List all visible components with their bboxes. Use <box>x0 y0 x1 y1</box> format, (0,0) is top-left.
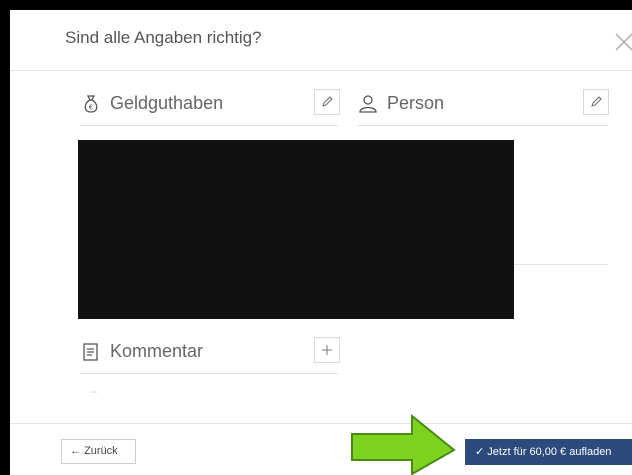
person-icon <box>359 95 377 113</box>
credit-edit-button[interactable] <box>314 89 340 115</box>
comment-section-header: Kommentar <box>80 333 340 374</box>
person-section-title: Person <box>387 93 445 113</box>
person-edit-button[interactable] <box>583 89 609 115</box>
dialog-header: Sind alle Angaben richtig? <box>10 10 632 71</box>
confirmation-dialog: Sind alle Angaben richtig? € Geldguthabe… <box>10 10 632 475</box>
money-bag-icon: € <box>84 95 98 113</box>
close-button[interactable] <box>613 31 632 53</box>
arrow-left-icon: ← <box>70 445 81 457</box>
pencil-icon <box>322 96 333 107</box>
dialog-footer: ← Zurück ✓ Jetzt für 60,00 € aufladen <box>10 423 632 475</box>
checkmark-icon: ✓ <box>475 446 485 458</box>
comment-section-title: Kommentar <box>110 341 204 361</box>
redaction-block <box>78 140 514 319</box>
back-button[interactable]: ← Zurück <box>61 439 136 464</box>
person-section-header: Person <box>357 85 609 126</box>
svg-text:€: € <box>89 104 93 112</box>
credit-section-title: Geldguthaben <box>110 93 224 113</box>
plus-icon <box>322 345 332 355</box>
credit-section-header: € Geldguthaben <box>80 85 340 126</box>
pencil-icon <box>591 96 602 107</box>
close-icon <box>615 33 632 51</box>
comment-add-button[interactable] <box>314 337 340 363</box>
confirm-topup-button[interactable]: ✓ Jetzt für 60,00 € aufladen <box>465 439 632 465</box>
green-arrow-icon <box>351 413 456 475</box>
back-button-label: Zurück <box>84 445 118 457</box>
document-icon <box>83 343 98 361</box>
dialog-title: Sind alle Angaben richtig? <box>65 28 262 47</box>
confirm-button-label: Jetzt für 60,00 € aufladen <box>487 446 612 458</box>
comment-empty-value: -- <box>90 386 98 398</box>
